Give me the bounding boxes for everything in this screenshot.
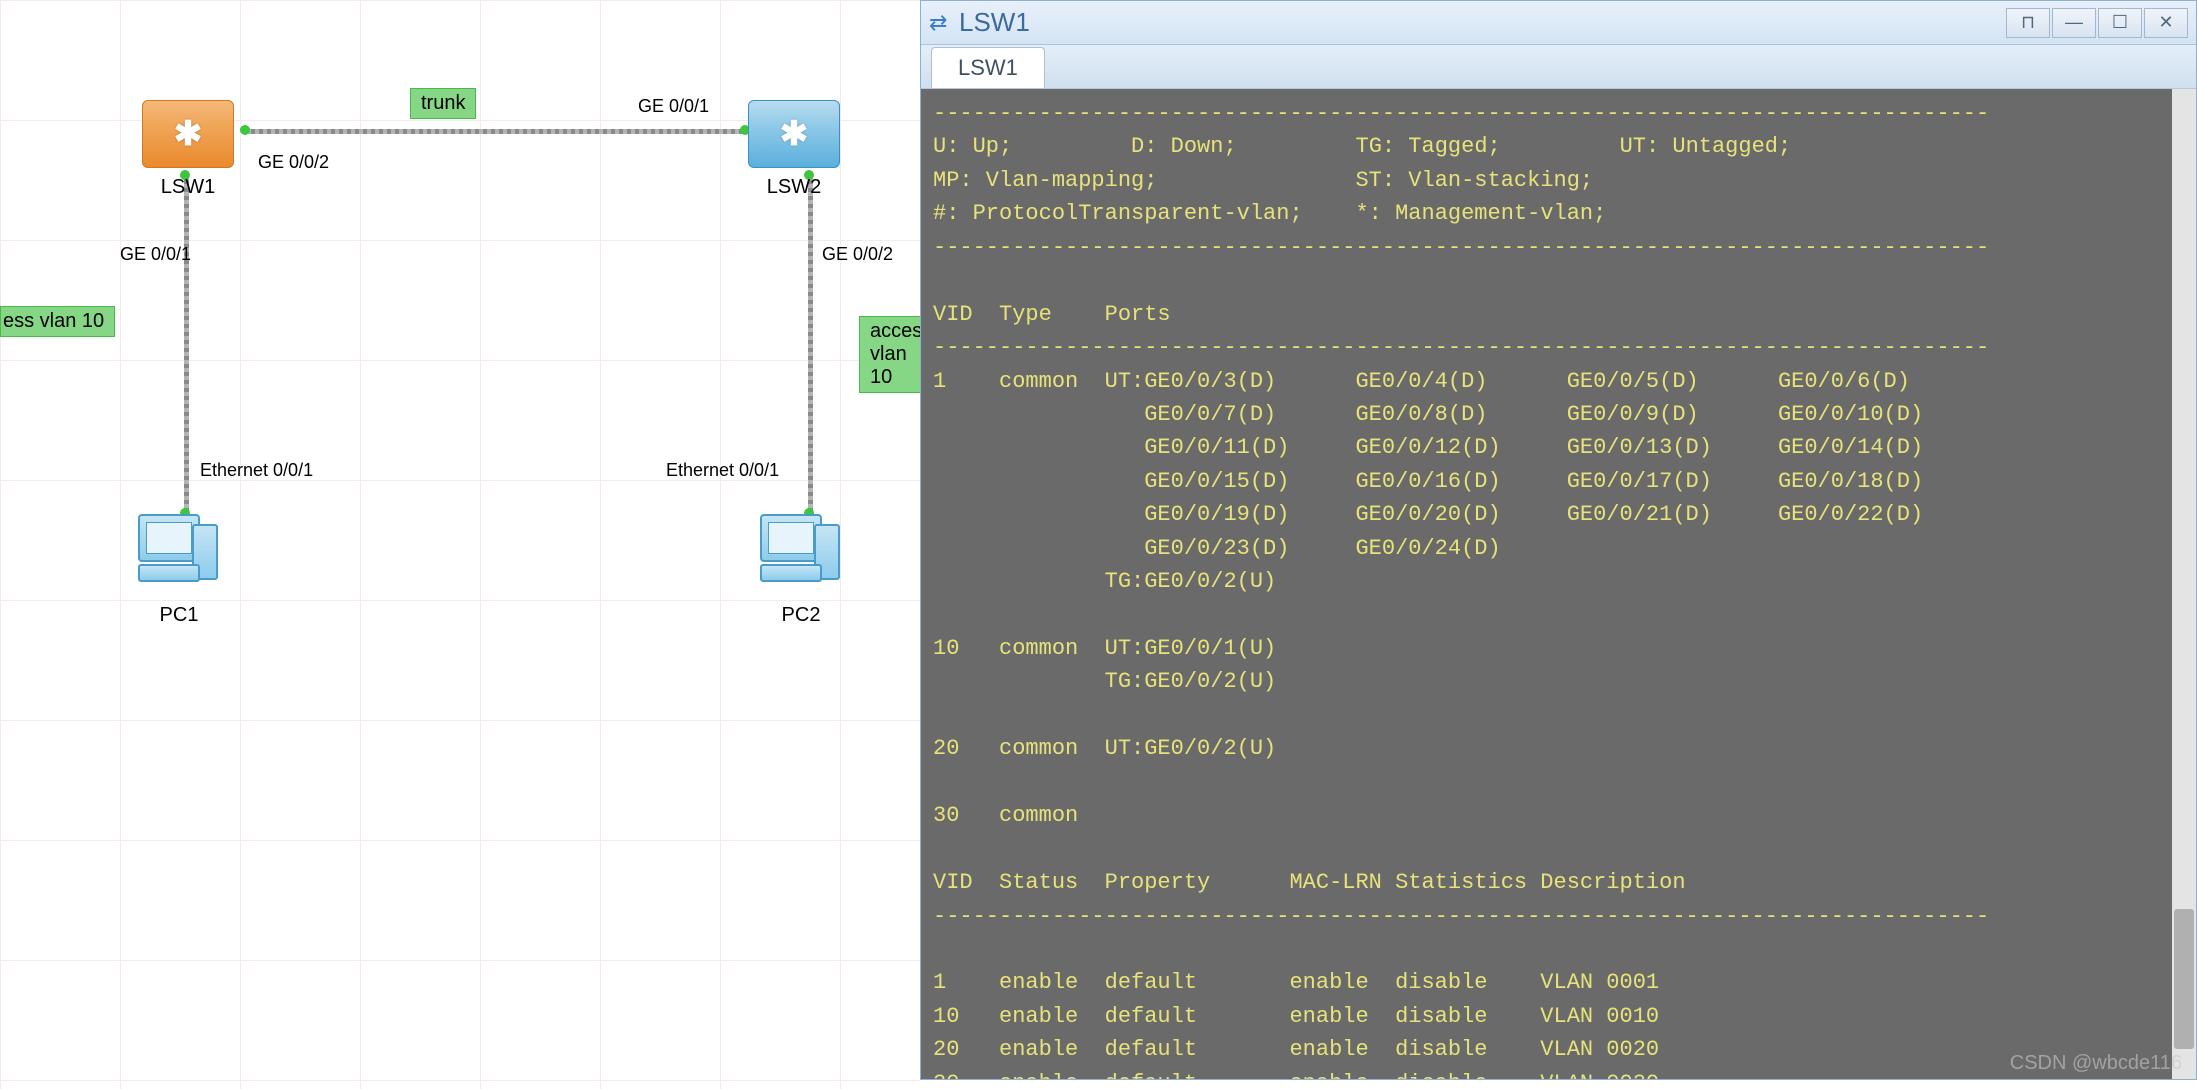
legend-line: #: ProtocolTransparent-vlan; *: Manageme… [933, 201, 1606, 226]
badge-trunk[interactable]: trunk [410, 88, 476, 119]
terminal-window[interactable]: ⇄ LSW1 ⊓ — ☐ ✕ LSW1 --------------------… [920, 0, 2197, 1080]
device-pc2[interactable]: PC2 [760, 514, 842, 627]
maximize-button[interactable]: ☐ [2098, 8, 2142, 38]
link-lsw1-lsw2 [243, 129, 743, 134]
divider-line: ----------------------------------------… [933, 904, 1989, 929]
watermark: CSDN @wbcde116 [2010, 1052, 2182, 1075]
port-label: GE 0/0/2 [258, 152, 329, 173]
port-label: Ethernet 0/0/1 [200, 460, 313, 481]
scrollbar-thumb[interactable] [2174, 909, 2194, 1049]
vlan-status-block: 1 enable default enable disable VLAN 000… [933, 970, 1659, 1079]
port-label: GE 0/0/2 [822, 244, 893, 265]
legend-line: MP: Vlan-mapping; ST: Vlan-stacking; [933, 168, 1593, 193]
device-label: PC2 [760, 604, 842, 627]
badge-access-vlan-left[interactable]: ess vlan 10 [0, 306, 115, 337]
window-title: LSW1 [959, 7, 2006, 38]
divider-line: ----------------------------------------… [933, 101, 1989, 126]
device-label: PC1 [138, 604, 220, 627]
device-label: LSW1 [142, 176, 234, 199]
app-icon: ⇄ [929, 12, 951, 34]
arrows-icon: ✱ [174, 126, 203, 143]
tab-bar: LSW1 [921, 45, 2196, 89]
window-controls: ⊓ — ☐ ✕ [2006, 8, 2188, 38]
device-lsw1[interactable]: ✱ LSW1 [142, 100, 234, 199]
switch-icon: ✱ [142, 100, 234, 168]
link-lsw2-pc2 [808, 172, 813, 512]
switch-icon: ✱ [748, 100, 840, 168]
tab-lsw1[interactable]: LSW1 [931, 47, 1045, 88]
vlan-ports-block: 1 common UT:GE0/0/3(D) GE0/0/4(D) GE0/0/… [933, 369, 1923, 829]
topology-canvas[interactable]: ✱ LSW1 ✱ LSW2 PC1 PC2 GE 0/0/2 GE 0/0/1 … [0, 0, 920, 1089]
titlebar[interactable]: ⇄ LSW1 ⊓ — ☐ ✕ [921, 1, 2196, 45]
device-lsw2[interactable]: ✱ LSW2 [748, 100, 840, 199]
port-label: Ethernet 0/0/1 [666, 460, 779, 481]
terminal-output[interactable]: ----------------------------------------… [921, 89, 2196, 1079]
close-button[interactable]: ✕ [2144, 8, 2188, 38]
pc-icon [138, 514, 220, 596]
divider-line: ----------------------------------------… [933, 335, 1989, 360]
arrows-icon: ✱ [780, 126, 809, 143]
divider-line: ----------------------------------------… [933, 235, 1989, 260]
device-label: LSW2 [748, 176, 840, 199]
minimize-button[interactable]: — [2052, 8, 2096, 38]
device-pc1[interactable]: PC1 [138, 514, 220, 627]
port-dot [240, 125, 250, 135]
port-label: GE 0/0/1 [120, 244, 191, 265]
table-header: VID Status Property MAC-LRN Statistics D… [933, 870, 1686, 895]
pc-icon [760, 514, 842, 596]
link-lsw1-pc1 [184, 172, 189, 512]
scrollbar-vertical[interactable] [2172, 89, 2196, 1079]
port-label: GE 0/0/1 [638, 96, 709, 117]
table-header: VID Type Ports [933, 302, 1171, 327]
pin-button[interactable]: ⊓ [2006, 8, 2050, 38]
legend-line: U: Up; D: Down; TG: Tagged; UT: Untagged… [933, 134, 1791, 159]
